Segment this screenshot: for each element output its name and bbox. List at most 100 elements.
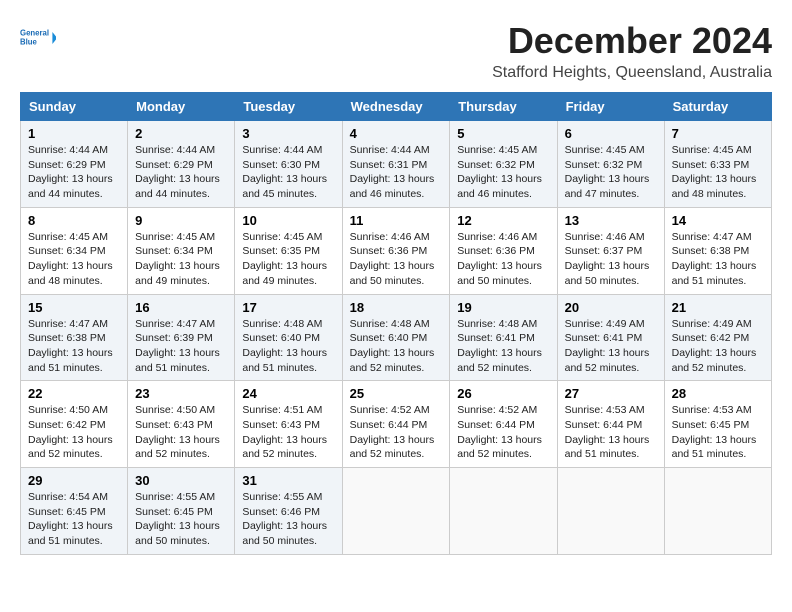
day-info: Sunrise: 4:47 AM Sunset: 6:38 PM Dayligh… (672, 230, 764, 289)
cell-3-5: 27 Sunrise: 4:53 AM Sunset: 6:44 PM Dayl… (557, 381, 664, 468)
day-info: Sunrise: 4:49 AM Sunset: 6:42 PM Dayligh… (672, 317, 764, 376)
day-number: 19 (457, 300, 549, 315)
logo: General Blue (20, 20, 56, 56)
week-row-4: 22 Sunrise: 4:50 AM Sunset: 6:42 PM Dayl… (21, 381, 772, 468)
day-number: 24 (242, 386, 334, 401)
day-info: Sunrise: 4:47 AM Sunset: 6:38 PM Dayligh… (28, 317, 120, 376)
day-number: 14 (672, 213, 764, 228)
col-wednesday: Wednesday (342, 93, 450, 121)
day-info: Sunrise: 4:45 AM Sunset: 6:34 PM Dayligh… (28, 230, 120, 289)
day-info: Sunrise: 4:45 AM Sunset: 6:32 PM Dayligh… (565, 143, 657, 202)
day-number: 5 (457, 126, 549, 141)
cell-3-3: 25 Sunrise: 4:52 AM Sunset: 6:44 PM Dayl… (342, 381, 450, 468)
day-number: 3 (242, 126, 334, 141)
cell-0-3: 4 Sunrise: 4:44 AM Sunset: 6:31 PM Dayli… (342, 121, 450, 208)
cell-0-0: 1 Sunrise: 4:44 AM Sunset: 6:29 PM Dayli… (21, 121, 128, 208)
day-number: 8 (28, 213, 120, 228)
day-info: Sunrise: 4:54 AM Sunset: 6:45 PM Dayligh… (28, 490, 120, 549)
day-number: 7 (672, 126, 764, 141)
day-number: 15 (28, 300, 120, 315)
day-info: Sunrise: 4:46 AM Sunset: 6:36 PM Dayligh… (457, 230, 549, 289)
cell-4-6 (664, 468, 771, 555)
cell-3-6: 28 Sunrise: 4:53 AM Sunset: 6:45 PM Dayl… (664, 381, 771, 468)
day-info: Sunrise: 4:55 AM Sunset: 6:46 PM Dayligh… (242, 490, 334, 549)
month-title: December 2024 (492, 20, 772, 62)
day-info: Sunrise: 4:50 AM Sunset: 6:43 PM Dayligh… (135, 403, 227, 462)
col-thursday: Thursday (450, 93, 557, 121)
col-friday: Friday (557, 93, 664, 121)
cell-4-4 (450, 468, 557, 555)
day-number: 29 (28, 473, 120, 488)
day-number: 16 (135, 300, 227, 315)
day-number: 2 (135, 126, 227, 141)
day-info: Sunrise: 4:51 AM Sunset: 6:43 PM Dayligh… (242, 403, 334, 462)
cell-2-5: 20 Sunrise: 4:49 AM Sunset: 6:41 PM Dayl… (557, 294, 664, 381)
day-info: Sunrise: 4:53 AM Sunset: 6:45 PM Dayligh… (672, 403, 764, 462)
day-number: 27 (565, 386, 657, 401)
day-info: Sunrise: 4:45 AM Sunset: 6:33 PM Dayligh… (672, 143, 764, 202)
cell-2-3: 18 Sunrise: 4:48 AM Sunset: 6:40 PM Dayl… (342, 294, 450, 381)
day-info: Sunrise: 4:48 AM Sunset: 6:40 PM Dayligh… (242, 317, 334, 376)
cell-4-2: 31 Sunrise: 4:55 AM Sunset: 6:46 PM Dayl… (235, 468, 342, 555)
day-number: 13 (565, 213, 657, 228)
cell-0-2: 3 Sunrise: 4:44 AM Sunset: 6:30 PM Dayli… (235, 121, 342, 208)
cell-2-6: 21 Sunrise: 4:49 AM Sunset: 6:42 PM Dayl… (664, 294, 771, 381)
calendar-table: Sunday Monday Tuesday Wednesday Thursday… (20, 92, 772, 555)
day-number: 9 (135, 213, 227, 228)
day-number: 31 (242, 473, 334, 488)
cell-3-0: 22 Sunrise: 4:50 AM Sunset: 6:42 PM Dayl… (21, 381, 128, 468)
cell-1-4: 12 Sunrise: 4:46 AM Sunset: 6:36 PM Dayl… (450, 207, 557, 294)
day-number: 21 (672, 300, 764, 315)
cell-1-6: 14 Sunrise: 4:47 AM Sunset: 6:38 PM Dayl… (664, 207, 771, 294)
day-info: Sunrise: 4:53 AM Sunset: 6:44 PM Dayligh… (565, 403, 657, 462)
col-tuesday: Tuesday (235, 93, 342, 121)
day-info: Sunrise: 4:45 AM Sunset: 6:35 PM Dayligh… (242, 230, 334, 289)
cell-2-1: 16 Sunrise: 4:47 AM Sunset: 6:39 PM Dayl… (128, 294, 235, 381)
cell-3-1: 23 Sunrise: 4:50 AM Sunset: 6:43 PM Dayl… (128, 381, 235, 468)
cell-4-5 (557, 468, 664, 555)
week-row-1: 1 Sunrise: 4:44 AM Sunset: 6:29 PM Dayli… (21, 121, 772, 208)
col-sunday: Sunday (21, 93, 128, 121)
day-info: Sunrise: 4:44 AM Sunset: 6:29 PM Dayligh… (135, 143, 227, 202)
day-number: 30 (135, 473, 227, 488)
day-number: 22 (28, 386, 120, 401)
header: General Blue December 2024 Stafford Heig… (20, 20, 772, 82)
day-info: Sunrise: 4:44 AM Sunset: 6:30 PM Dayligh… (242, 143, 334, 202)
day-info: Sunrise: 4:52 AM Sunset: 6:44 PM Dayligh… (350, 403, 443, 462)
day-info: Sunrise: 4:49 AM Sunset: 6:41 PM Dayligh… (565, 317, 657, 376)
cell-1-5: 13 Sunrise: 4:46 AM Sunset: 6:37 PM Dayl… (557, 207, 664, 294)
title-area: December 2024 Stafford Heights, Queensla… (492, 20, 772, 82)
day-info: Sunrise: 4:44 AM Sunset: 6:31 PM Dayligh… (350, 143, 443, 202)
cell-2-0: 15 Sunrise: 4:47 AM Sunset: 6:38 PM Dayl… (21, 294, 128, 381)
day-number: 1 (28, 126, 120, 141)
day-number: 28 (672, 386, 764, 401)
week-row-2: 8 Sunrise: 4:45 AM Sunset: 6:34 PM Dayli… (21, 207, 772, 294)
col-saturday: Saturday (664, 93, 771, 121)
col-monday: Monday (128, 93, 235, 121)
cell-1-0: 8 Sunrise: 4:45 AM Sunset: 6:34 PM Dayli… (21, 207, 128, 294)
cell-0-1: 2 Sunrise: 4:44 AM Sunset: 6:29 PM Dayli… (128, 121, 235, 208)
cell-3-2: 24 Sunrise: 4:51 AM Sunset: 6:43 PM Dayl… (235, 381, 342, 468)
cell-1-3: 11 Sunrise: 4:46 AM Sunset: 6:36 PM Dayl… (342, 207, 450, 294)
logo-svg: General Blue (20, 20, 56, 56)
cell-4-0: 29 Sunrise: 4:54 AM Sunset: 6:45 PM Dayl… (21, 468, 128, 555)
day-number: 4 (350, 126, 443, 141)
cell-4-3 (342, 468, 450, 555)
day-number: 23 (135, 386, 227, 401)
day-info: Sunrise: 4:50 AM Sunset: 6:42 PM Dayligh… (28, 403, 120, 462)
day-number: 17 (242, 300, 334, 315)
cell-1-1: 9 Sunrise: 4:45 AM Sunset: 6:34 PM Dayli… (128, 207, 235, 294)
day-info: Sunrise: 4:46 AM Sunset: 6:36 PM Dayligh… (350, 230, 443, 289)
day-info: Sunrise: 4:45 AM Sunset: 6:34 PM Dayligh… (135, 230, 227, 289)
day-info: Sunrise: 4:52 AM Sunset: 6:44 PM Dayligh… (457, 403, 549, 462)
cell-2-4: 19 Sunrise: 4:48 AM Sunset: 6:41 PM Dayl… (450, 294, 557, 381)
svg-text:Blue: Blue (20, 38, 38, 47)
calendar-body: 1 Sunrise: 4:44 AM Sunset: 6:29 PM Dayli… (21, 121, 772, 555)
day-number: 10 (242, 213, 334, 228)
cell-1-2: 10 Sunrise: 4:45 AM Sunset: 6:35 PM Dayl… (235, 207, 342, 294)
day-number: 25 (350, 386, 443, 401)
week-row-3: 15 Sunrise: 4:47 AM Sunset: 6:38 PM Dayl… (21, 294, 772, 381)
day-number: 12 (457, 213, 549, 228)
cell-0-4: 5 Sunrise: 4:45 AM Sunset: 6:32 PM Dayli… (450, 121, 557, 208)
day-number: 26 (457, 386, 549, 401)
